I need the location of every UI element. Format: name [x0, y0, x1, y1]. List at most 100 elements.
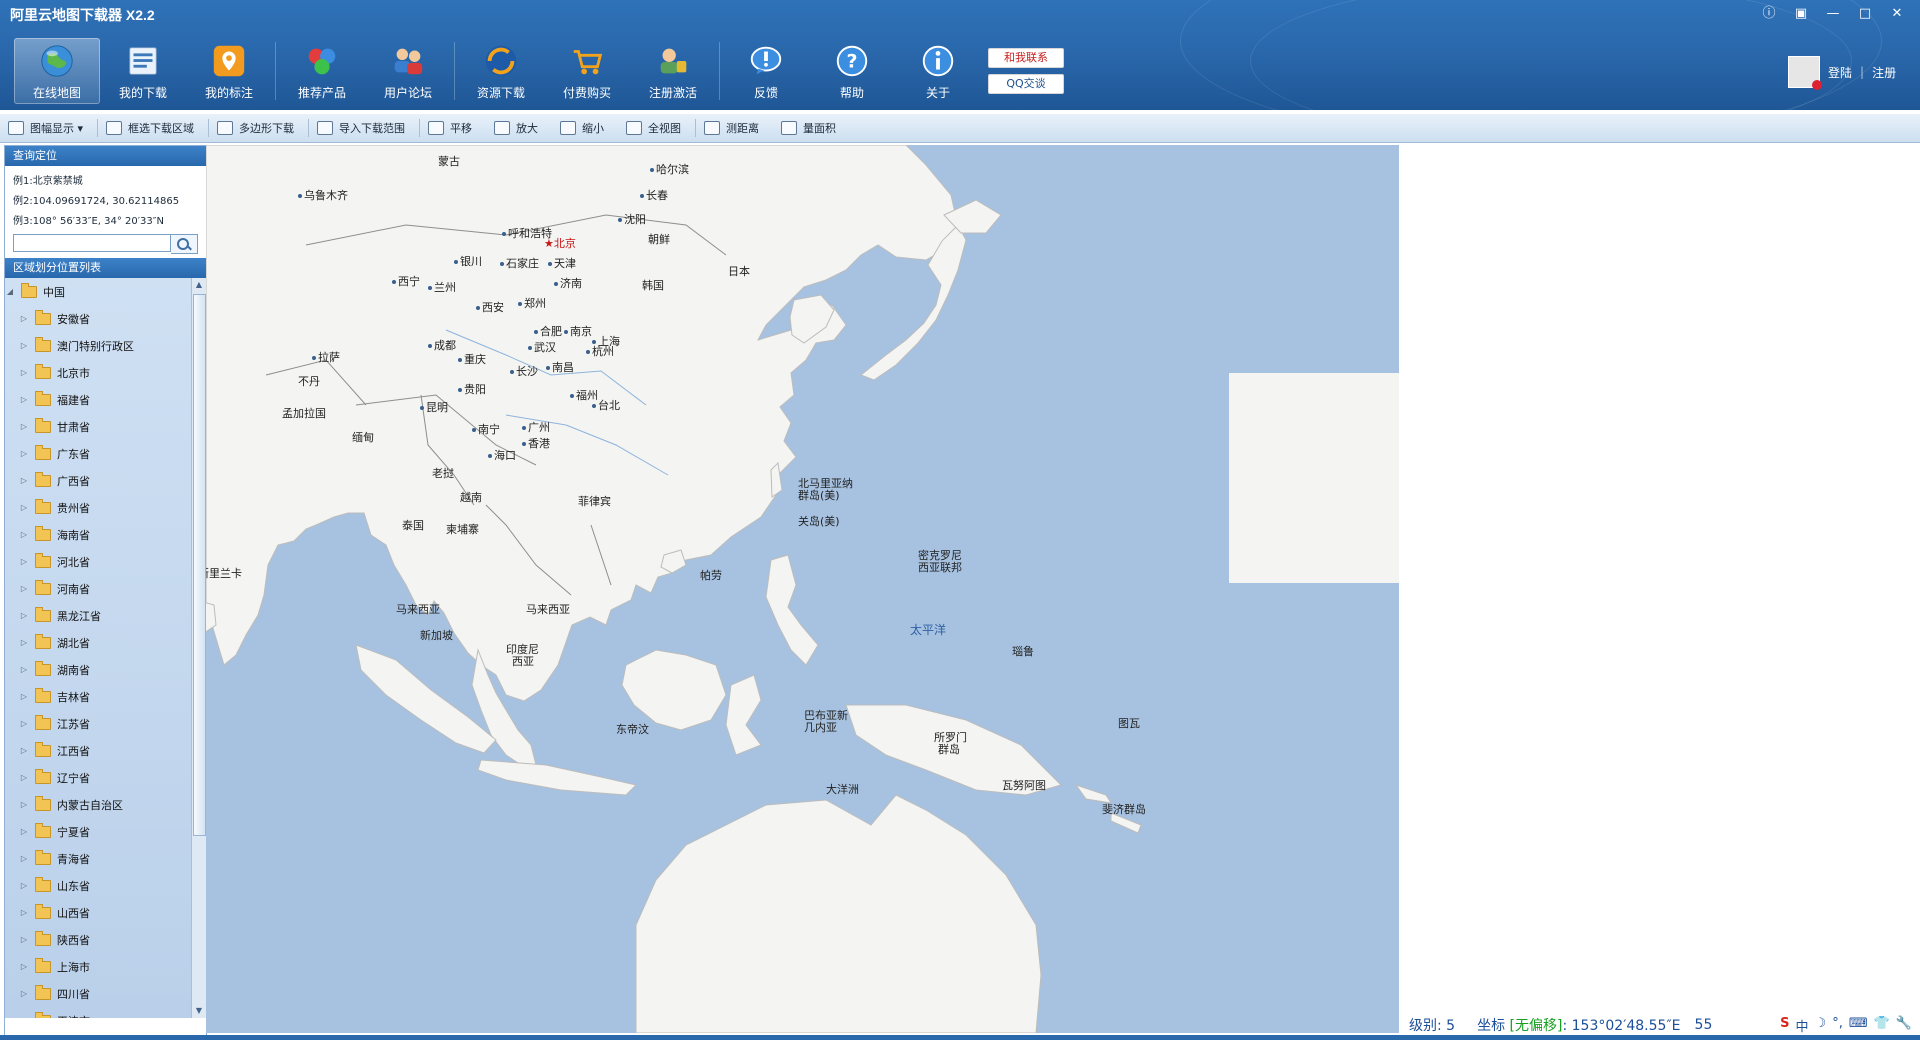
- ime-punct-icon[interactable]: °,: [1832, 1016, 1843, 1035]
- tree-item[interactable]: ▷ 上海市: [5, 953, 206, 980]
- expand-arrow-icon[interactable]: ▷: [19, 503, 29, 512]
- ime-keyboard-icon[interactable]: ⌨: [1849, 1016, 1868, 1035]
- tool-resource-download[interactable]: 资源下载: [458, 38, 544, 104]
- tree-item[interactable]: ▷ 山东省: [5, 872, 206, 899]
- tool-help[interactable]: ? 帮助: [809, 38, 895, 104]
- tool-register[interactable]: 注册激活: [630, 38, 716, 104]
- expand-arrow-icon[interactable]: ▷: [19, 719, 29, 728]
- pan-button[interactable]: 平移: [420, 114, 486, 142]
- contact-me-button[interactable]: 和我联系: [988, 48, 1064, 68]
- expand-arrow-icon[interactable]: ▷: [19, 827, 29, 836]
- tree-item[interactable]: ▷ 贵州省: [5, 494, 206, 521]
- tool-my-marks[interactable]: 我的标注: [186, 38, 272, 104]
- expand-arrow-icon[interactable]: ▷: [19, 935, 29, 944]
- expand-arrow-icon[interactable]: ▷: [19, 908, 29, 917]
- close-button[interactable]: ✕: [1882, 4, 1912, 24]
- tree-item[interactable]: ▷ 辽宁省: [5, 764, 206, 791]
- tree-item[interactable]: ▷ 甘肃省: [5, 413, 206, 440]
- tree-item[interactable]: ▷ 澳门特别行政区: [5, 332, 206, 359]
- expand-arrow-icon[interactable]: ▷: [19, 395, 29, 404]
- maximize-button[interactable]: □: [1850, 4, 1880, 24]
- expand-arrow-icon[interactable]: ▷: [19, 773, 29, 782]
- expand-arrow-icon[interactable]: ▷: [19, 854, 29, 863]
- tree-scrollbar[interactable]: ▲ ▼: [191, 278, 206, 1018]
- tree-item[interactable]: ▷ 广东省: [5, 440, 206, 467]
- expand-arrow-icon[interactable]: ▷: [19, 881, 29, 890]
- tree-item[interactable]: ▷ 安徽省: [5, 305, 206, 332]
- frame-display-dropdown[interactable]: 图幅显示 ▾: [0, 114, 97, 142]
- expand-arrow-icon[interactable]: ▷: [19, 800, 29, 809]
- ime-skin-icon[interactable]: 👕: [1874, 1016, 1890, 1035]
- expand-arrow-icon[interactable]: ▷: [19, 476, 29, 485]
- expand-arrow-icon[interactable]: ▷: [19, 638, 29, 647]
- scroll-down-icon[interactable]: ▼: [192, 1004, 206, 1018]
- expand-arrow-icon[interactable]: ▷: [19, 449, 29, 458]
- register-link[interactable]: 注册: [1872, 64, 1896, 81]
- expand-arrow-icon[interactable]: ▷: [19, 341, 29, 350]
- tree-item[interactable]: ▷ 湖北省: [5, 629, 206, 656]
- ime-settings-icon[interactable]: 🔧: [1896, 1016, 1912, 1035]
- collapse-arrow-icon[interactable]: ◢: [5, 287, 15, 296]
- scroll-thumb[interactable]: [193, 294, 206, 836]
- expand-arrow-icon[interactable]: ▷: [19, 746, 29, 755]
- tool-purchase[interactable]: 付费购买: [544, 38, 630, 104]
- ime-logo-icon[interactable]: S: [1780, 1016, 1789, 1035]
- zoom-in-button[interactable]: 放大: [486, 114, 552, 142]
- tree-item[interactable]: ▷ 天津市: [5, 1007, 206, 1018]
- qq-chat-button[interactable]: QQ交谈: [988, 74, 1064, 94]
- tree-item[interactable]: ▷ 四川省: [5, 980, 206, 1007]
- tool-recommended[interactable]: 推荐产品: [279, 38, 365, 104]
- tree-item[interactable]: ▷ 江苏省: [5, 710, 206, 737]
- login-link[interactable]: 登陆: [1828, 64, 1852, 81]
- tree-item[interactable]: ▷ 黑龙江省: [5, 602, 206, 629]
- expand-arrow-icon[interactable]: ▷: [19, 584, 29, 593]
- tree-item[interactable]: ▷ 海南省: [5, 521, 206, 548]
- expand-arrow-icon[interactable]: ▷: [19, 611, 29, 620]
- expand-arrow-icon[interactable]: ▷: [19, 557, 29, 566]
- tool-my-downloads[interactable]: 我的下载: [100, 38, 186, 104]
- tree-item[interactable]: ▷ 陕西省: [5, 926, 206, 953]
- polygon-download-button[interactable]: 多边形下载: [209, 114, 308, 142]
- scroll-up-icon[interactable]: ▲: [192, 278, 206, 292]
- tree-item[interactable]: ▷ 江西省: [5, 737, 206, 764]
- expand-arrow-icon[interactable]: ▷: [19, 692, 29, 701]
- measure-distance-button[interactable]: 测距离: [696, 114, 773, 142]
- full-view-button[interactable]: 全视图: [618, 114, 695, 142]
- expand-arrow-icon[interactable]: ▷: [19, 530, 29, 539]
- tree-item[interactable]: ▷ 湖南省: [5, 656, 206, 683]
- tree-item[interactable]: ▷ 山西省: [5, 899, 206, 926]
- tool-feedback[interactable]: 反馈: [723, 38, 809, 104]
- tool-forum[interactable]: 用户论坛: [365, 38, 451, 104]
- tree-item[interactable]: ▷ 广西省: [5, 467, 206, 494]
- tree-root[interactable]: ◢ 中国: [5, 278, 206, 305]
- expand-arrow-icon[interactable]: ▷: [19, 665, 29, 674]
- ime-moon-icon[interactable]: ☽: [1815, 1016, 1827, 1035]
- measure-area-button[interactable]: 量面积: [773, 114, 850, 142]
- zoom-out-button[interactable]: 缩小: [552, 114, 618, 142]
- tree-item[interactable]: ▷ 河北省: [5, 548, 206, 575]
- tree-item[interactable]: ▷ 宁夏省: [5, 818, 206, 845]
- tree-item[interactable]: ▷ 吉林省: [5, 683, 206, 710]
- expand-arrow-icon[interactable]: ▷: [19, 1016, 29, 1018]
- expand-arrow-icon[interactable]: ▷: [19, 989, 29, 998]
- expand-arrow-icon[interactable]: ▷: [19, 368, 29, 377]
- expand-arrow-icon[interactable]: ▷: [19, 422, 29, 431]
- ime-mode[interactable]: 中: [1796, 1016, 1809, 1035]
- tree-item[interactable]: ▷ 北京市: [5, 359, 206, 386]
- box-select-button[interactable]: 框选下载区域: [98, 114, 208, 142]
- search-icon[interactable]: [171, 234, 198, 254]
- avatar[interactable]: [1788, 56, 1822, 90]
- tree-item[interactable]: ▷ 河南省: [5, 575, 206, 602]
- tree-item[interactable]: ▷ 福建省: [5, 386, 206, 413]
- search-input[interactable]: [13, 234, 171, 252]
- tool-online-map[interactable]: 在线地图: [14, 38, 100, 104]
- tree-item[interactable]: ▷ 青海省: [5, 845, 206, 872]
- map-view[interactable]: 蒙古 乌鲁木齐 哈尔滨 长春 沈阳 呼和浩特 ★北京 朝鲜 银川 石家庄 天津 日本 西宁 兰州 济南 韩国郑…: [206, 145, 1399, 1033]
- expand-arrow-icon[interactable]: ▷: [19, 314, 29, 323]
- menu-button[interactable]: —: [1818, 4, 1848, 24]
- expand-arrow-icon[interactable]: ▷: [19, 962, 29, 971]
- tool-about[interactable]: 关于: [895, 38, 981, 104]
- import-range-button[interactable]: 导入下载范围: [309, 114, 419, 142]
- tree-item[interactable]: ▷ 内蒙古自治区: [5, 791, 206, 818]
- about-window-button[interactable]: ⓘ: [1754, 4, 1784, 24]
